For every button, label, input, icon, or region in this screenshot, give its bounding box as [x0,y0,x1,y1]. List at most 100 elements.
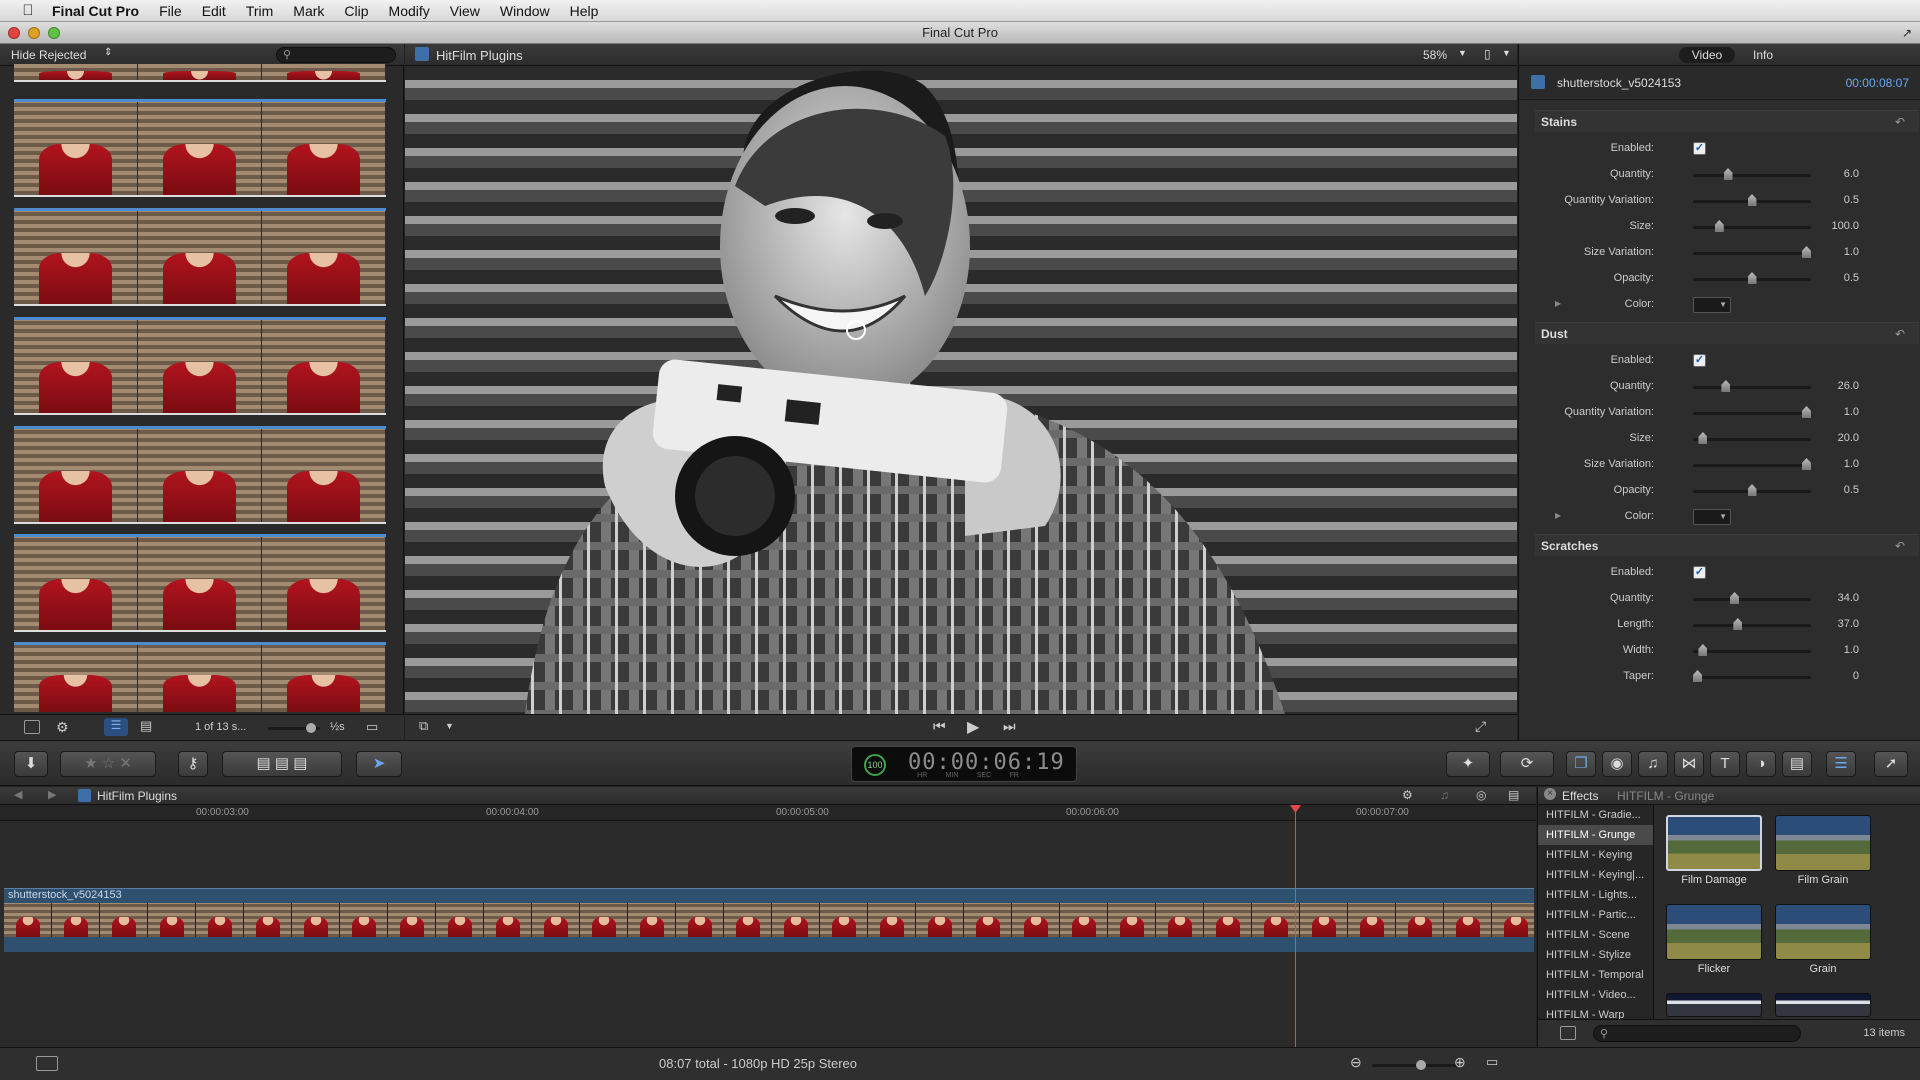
color-chevron-icon[interactable]: ▼ [1719,300,1727,309]
effect-thumbnail[interactable] [1666,993,1762,1017]
filmstrip-view-icon[interactable]: ▤ [140,718,152,734]
timeline-clip[interactable]: shutterstock_v5024153 [4,888,1534,952]
close-window-button[interactable] [8,27,20,39]
slider-knob[interactable] [1733,618,1743,630]
clip-filmstrip[interactable] [14,534,386,632]
enabled-checkbox[interactable]: ✓ [1693,354,1706,367]
effects-category-item[interactable]: HITFILM - Scene [1538,925,1653,945]
menu-app-name[interactable]: Final Cut Pro [52,3,139,19]
fullscreen-icon[interactable]: ↗ [1902,22,1912,44]
slider-knob[interactable] [1802,406,1811,418]
parameter-slider[interactable] [1693,220,1811,232]
color-well[interactable]: ▼ [1693,297,1731,313]
reset-icon[interactable]: ↶ [1895,535,1905,557]
keyword-button[interactable]: ⚷ [178,751,208,777]
transform-chevron-icon[interactable]: ▼ [445,721,454,731]
menu-file[interactable]: File [159,3,182,19]
timeline-zoom-slider[interactable] [1372,1060,1458,1070]
effect-thumbnail-film-damage[interactable] [1666,815,1762,871]
clip-filmstrip[interactable] [14,426,386,524]
parameter-value[interactable]: 0.5 [1844,484,1859,496]
effects-category-item[interactable]: HITFILM - Grunge [1538,825,1653,845]
enabled-checkbox[interactable]: ✓ [1693,142,1706,155]
disclosure-triangle-icon[interactable]: ▶ [1555,299,1561,308]
background-tasks-badge[interactable]: 100 [864,754,886,776]
slider-knob[interactable] [1802,246,1811,258]
parameter-slider[interactable] [1693,432,1811,444]
tab-info[interactable]: Info [1735,47,1791,63]
transitions-browser-button[interactable]: ⋈ [1674,751,1704,777]
playhead[interactable] [1290,805,1301,1047]
menu-clip[interactable]: Clip [344,3,368,19]
effects-category-item[interactable]: HITFILM - Video... [1538,985,1653,1005]
menu-mark[interactable]: Mark [293,3,324,19]
effect-thumbnail[interactable] [1775,993,1871,1017]
next-frame-icon[interactable]: ⏭ [1003,718,1016,735]
parameter-value[interactable]: 1.0 [1844,406,1859,418]
minimize-window-button[interactable] [28,27,40,39]
zoom-in-icon[interactable]: ⊕ [1454,1054,1466,1071]
parameter-slider[interactable] [1693,168,1811,180]
zoom-chevron-icon[interactable]: ▼ [1458,48,1467,58]
parameter-slider[interactable] [1693,272,1811,284]
reset-icon[interactable]: ↶ [1895,323,1905,345]
effects-category-item[interactable]: HITFILM - Gradie... [1538,805,1653,825]
parameter-slider[interactable] [1693,194,1811,206]
parameter-value[interactable]: 37.0 [1838,618,1859,630]
parameter-value[interactable]: 0.5 [1844,272,1859,284]
close-icon[interactable]: × [1544,788,1556,800]
transform-icon[interactable]: ⧉ [419,718,428,734]
color-well[interactable]: ▼ [1693,509,1731,525]
menu-window[interactable]: Window [500,3,550,19]
view-options-chevron-icon[interactable]: ▼ [1502,48,1511,58]
retime-button[interactable]: ⟳ [1500,751,1554,777]
parameter-value[interactable]: 0 [1853,670,1859,682]
effect-thumbnail-grain[interactable] [1775,904,1871,960]
parameter-value[interactable]: 1.0 [1844,458,1859,470]
share-button[interactable]: ➚ [1874,751,1908,777]
clip-filmstrip[interactable] [14,99,386,197]
enabled-checkbox[interactable]: ✓ [1693,566,1706,579]
titles-browser-button[interactable]: T [1710,751,1740,777]
clip-appearance-icon[interactable]: ▭ [366,719,378,735]
parameter-slider[interactable] [1693,618,1811,630]
parameter-slider[interactable] [1693,458,1811,470]
forward-arrow-icon[interactable]: ▶ [48,788,56,801]
effect-thumbnail-film-grain[interactable] [1775,815,1871,871]
parameter-value[interactable]: 6.0 [1844,168,1859,180]
sidebar-toggle-icon[interactable] [1560,1026,1576,1040]
library-toggle-icon[interactable] [24,720,40,734]
clip-filmstrip[interactable] [14,64,386,82]
back-arrow-icon[interactable]: ◀ [14,788,22,801]
zoom-out-icon[interactable]: ⊖ [1350,1054,1362,1071]
disclosure-triangle-icon[interactable]: ▶ [1555,511,1561,520]
effects-category-item[interactable]: HITFILM - Partic... [1538,905,1653,925]
video-frame[interactable] [405,66,1517,744]
list-view-icon[interactable]: ☰ [104,718,128,736]
filter-popup[interactable]: Hide Rejected [11,48,86,62]
menu-modify[interactable]: Modify [389,3,430,19]
parameter-slider[interactable] [1693,644,1811,656]
slider-knob[interactable] [1698,432,1708,444]
parameter-slider[interactable] [1693,246,1811,258]
slider-knob[interactable] [1747,484,1757,496]
menu-trim[interactable]: Trim [246,3,273,19]
fullscreen-icon[interactable]: ⤢ [1475,718,1486,735]
clip-appearance-icon[interactable]: ▭ [1486,1054,1498,1070]
parameter-slider[interactable] [1693,670,1811,682]
clip-filmstrip[interactable] [14,208,386,306]
effect-thumbnail-flicker[interactable] [1666,904,1762,960]
zoom-level[interactable]: 58% [1423,48,1447,62]
view-options-icon[interactable]: ▯ [1484,47,1491,61]
import-button[interactable]: ⬇ [14,751,48,777]
slider-knob[interactable] [1693,670,1702,682]
parameter-value[interactable]: 0.5 [1844,194,1859,206]
parameter-value[interactable]: 1.0 [1844,246,1859,258]
filter-chevron-icon[interactable]: ⇕ [104,47,112,58]
parameter-slider[interactable] [1693,484,1811,496]
browser-search-input[interactable]: ⚲ [276,47,396,63]
tab-video[interactable]: Video [1679,47,1735,63]
parameter-slider[interactable] [1693,380,1811,392]
effects-category-item[interactable]: HITFILM - Lights... [1538,885,1653,905]
slider-knob[interactable] [1416,1060,1426,1070]
